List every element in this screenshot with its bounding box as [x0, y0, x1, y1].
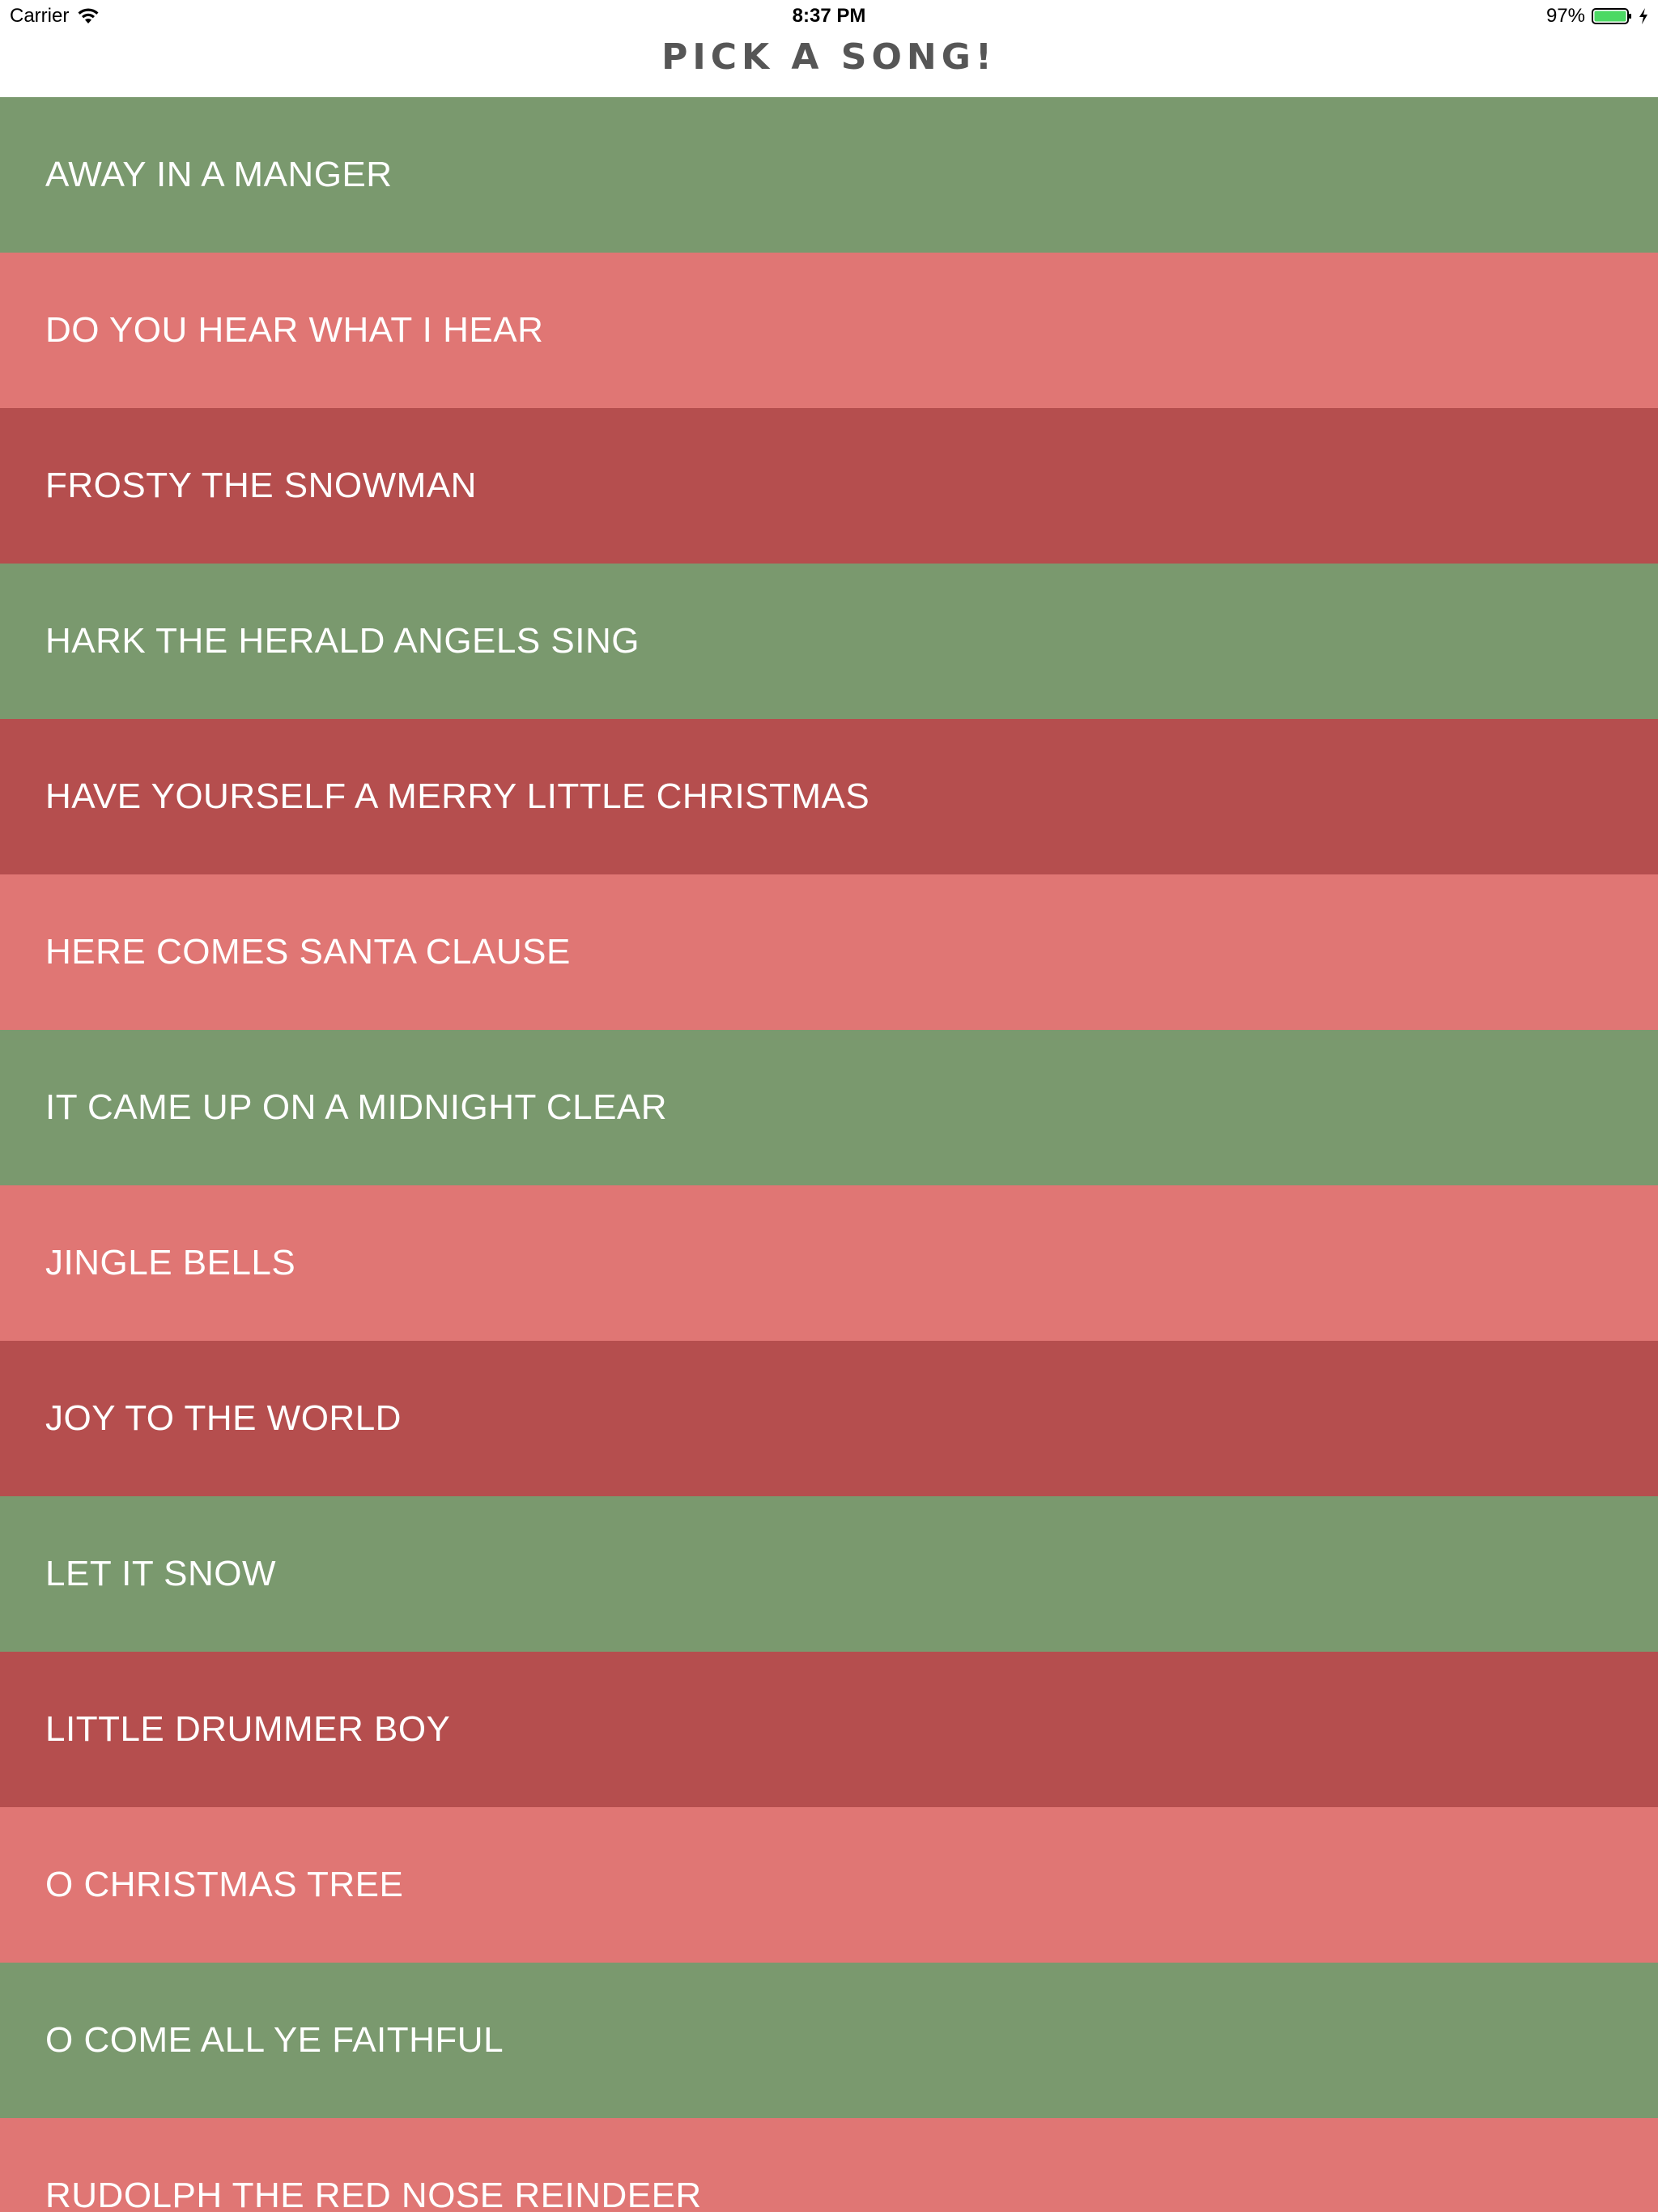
status-bar: Carrier 8:37 PM 97% — [0, 0, 1658, 32]
song-row[interactable]: HARK THE HERALD ANGELS SING — [0, 564, 1658, 719]
page-title: PICK A SONG! — [661, 36, 997, 78]
song-row[interactable]: IT CAME UP ON A MIDNIGHT CLEAR — [0, 1030, 1658, 1185]
song-row[interactable]: AWAY IN A MANGER — [0, 97, 1658, 253]
status-right: 97% — [1546, 5, 1648, 28]
song-title: HAVE YOURSELF A MERRY LITTLE CHRISTMAS — [45, 776, 870, 816]
song-title: RUDOLPH THE RED NOSE REINDEER — [45, 2176, 702, 2212]
song-title: HERE COMES SANTA CLAUSE — [45, 932, 571, 972]
song-row[interactable]: HAVE YOURSELF A MERRY LITTLE CHRISTMAS — [0, 719, 1658, 874]
song-title: O CHRISTMAS TREE — [45, 1865, 404, 1904]
song-title: LET IT SNOW — [45, 1554, 277, 1593]
song-row[interactable]: JINGLE BELLS — [0, 1185, 1658, 1341]
navigation-bar: PICK A SONG! — [0, 32, 1658, 97]
song-title: O COME ALL YE FAITHFUL — [45, 2020, 504, 2060]
song-row[interactable]: FROSTY THE SNOWMAN — [0, 408, 1658, 564]
song-title: JOY TO THE WORLD — [45, 1398, 402, 1438]
song-title: HARK THE HERALD ANGELS SING — [45, 621, 640, 661]
status-time: 8:37 PM — [792, 5, 866, 27]
song-list[interactable]: AWAY IN A MANGER DO YOU HEAR WHAT I HEAR F… — [0, 97, 1658, 2212]
song-row[interactable]: LITTLE DRUMMER BOY — [0, 1652, 1658, 1807]
song-title: AWAY IN A MANGER — [45, 155, 393, 194]
song-title: LITTLE DRUMMER BOY — [45, 1709, 451, 1749]
song-row[interactable]: O COME ALL YE FAITHFUL — [0, 1963, 1658, 2118]
song-title: IT CAME UP ON A MIDNIGHT CLEAR — [45, 1087, 668, 1127]
song-row[interactable]: LET IT SNOW — [0, 1496, 1658, 1652]
song-row[interactable]: DO YOU HEAR WHAT I HEAR — [0, 253, 1658, 408]
battery-icon — [1592, 7, 1632, 25]
song-title: JINGLE BELLS — [45, 1243, 296, 1283]
song-row[interactable]: O CHRISTMAS TREE — [0, 1807, 1658, 1963]
battery-percent: 97% — [1545, 5, 1585, 27]
charging-bolt-icon — [1639, 7, 1648, 25]
song-row[interactable]: JOY TO THE WORLD — [0, 1341, 1658, 1496]
song-row[interactable]: HERE COMES SANTA CLAUSE — [0, 874, 1658, 1030]
song-title: FROSTY THE SNOWMAN — [45, 466, 477, 505]
song-row[interactable]: RUDOLPH THE RED NOSE REINDEER — [0, 2118, 1658, 2212]
song-title: DO YOU HEAR WHAT I HEAR — [45, 310, 544, 350]
